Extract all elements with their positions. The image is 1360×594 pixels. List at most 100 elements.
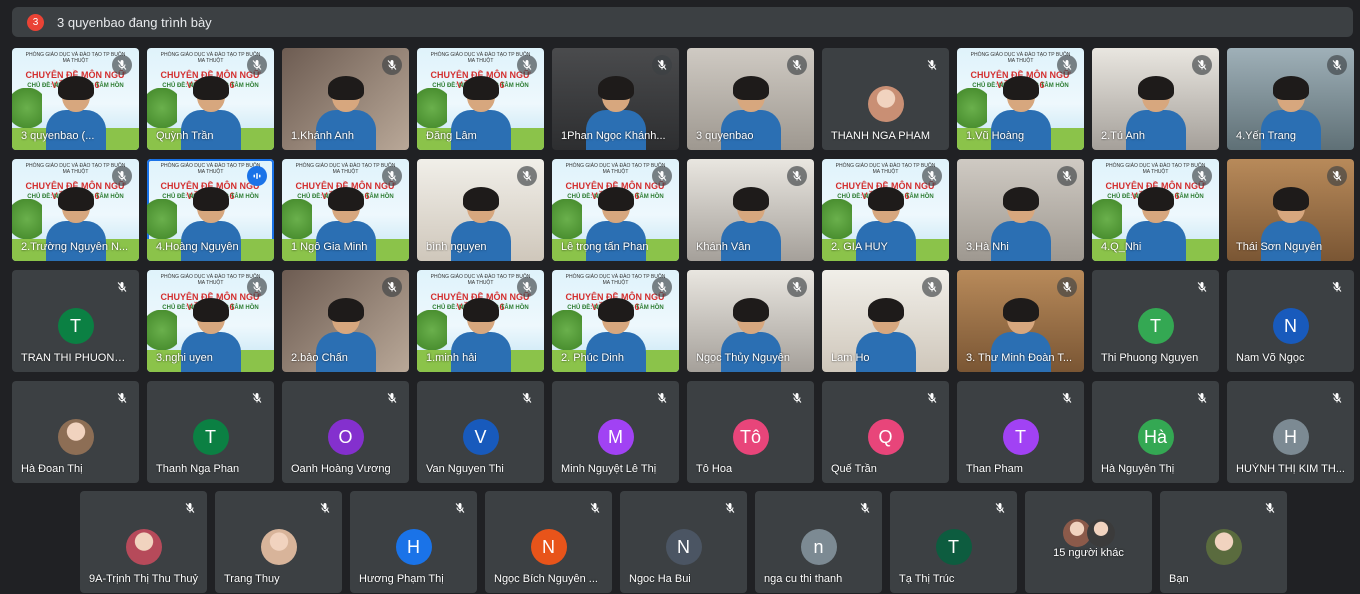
mic-off-icon (112, 388, 132, 408)
mic-off-icon (922, 277, 942, 297)
avatar-letter: N (665, 529, 702, 565)
participant-tile[interactable]: V Van Nguyen Thi (417, 381, 544, 483)
participant-tile[interactable]: 3 quyenbao (687, 48, 814, 150)
participant-name: 3.Hà Nhi (966, 241, 1009, 253)
participant-tile[interactable]: 3.Hà Nhi (957, 159, 1084, 261)
mic-off-icon (1057, 388, 1077, 408)
participant-name: Ngoc Ha Bui (629, 573, 691, 585)
participant-tile[interactable]: Khánh Vân (687, 159, 814, 261)
participant-name: Ngọc Bích Nguyễn ... (494, 573, 598, 585)
participant-tile[interactable]: PHÒNG GIÁO DỤC VÀ ĐÀO TẠO TP BUÔN MA THU… (282, 159, 409, 261)
avatar-letter: T (935, 529, 972, 565)
avatar-photo (867, 86, 904, 122)
participant-tile[interactable]: H Hương Phạm Thị (350, 491, 477, 593)
participant-tile[interactable]: T Than Pham (957, 381, 1084, 483)
participant-tile[interactable]: O Oanh Hoàng Vương (282, 381, 409, 483)
mic-off-icon (855, 498, 875, 518)
participant-tile[interactable]: Trang Thuy (215, 491, 342, 593)
participant-tile[interactable]: n nga cu thi thanh (755, 491, 882, 593)
participant-tile[interactable]: PHÒNG GIÁO DỤC VÀ ĐÀO TẠO TP BUÔN MA THU… (147, 48, 274, 150)
participant-tile[interactable]: Ngọc Thủy Nguyễn (687, 270, 814, 372)
participant-tile[interactable]: Hà Đoan Thị (12, 381, 139, 483)
mic-off-icon (247, 55, 267, 75)
participant-tile[interactable]: 4.Yến Trang (1227, 48, 1354, 150)
participant-name: HUỲNH THỊ KIM TH... (1236, 463, 1345, 475)
participant-tile[interactable]: 1Phan Ngọc Khánh... (552, 48, 679, 150)
participant-tile[interactable]: N Nam Võ Ngọc (1227, 270, 1354, 372)
participant-name: TRAN THI PHUONG ... (21, 352, 133, 364)
participant-tile[interactable]: T Thanh Nga Phan (147, 381, 274, 483)
participant-name: Than Pham (966, 463, 1023, 475)
avatar-photo (125, 529, 162, 565)
avatar-letter: T (1002, 419, 1039, 455)
participant-tile[interactable]: Bạn (1160, 491, 1287, 593)
participant-name: 3 quyenbao (... (21, 130, 95, 142)
avatar-letter: H (1272, 419, 1309, 455)
avatar-letter: N (530, 529, 567, 565)
participant-tile[interactable]: H HUỲNH THỊ KIM TH... (1227, 381, 1354, 483)
participant-name: 1 Ngô Gia Minh (291, 241, 368, 253)
participant-tile[interactable]: 3. Thư Minh Đoàn T... (957, 270, 1084, 372)
participant-tile[interactable]: 2.bảo Chấn (282, 270, 409, 372)
mic-off-icon (1057, 166, 1077, 186)
mic-off-icon (247, 388, 267, 408)
participant-tile[interactable]: Q Quế Trần (822, 381, 949, 483)
participant-name: Nam Võ Ngọc (1236, 352, 1305, 364)
participant-tile[interactable]: PHÒNG GIÁO DỤC VÀ ĐÀO TẠO TP BUÔN MA THU… (147, 270, 274, 372)
participant-tile[interactable]: PHÒNG GIÁO DỤC VÀ ĐÀO TẠO TP BUÔN MA THU… (417, 48, 544, 150)
presenting-count-badge: 3 (27, 13, 44, 31)
participant-tile[interactable]: bình nguyen (417, 159, 544, 261)
others-avatar (1086, 519, 1115, 547)
participant-name: 4.Hoàng Nguyễn (156, 241, 239, 253)
participant-tile[interactable]: Thái Sơn Nguyễn (1227, 159, 1354, 261)
mic-off-icon (1327, 166, 1347, 186)
mic-off-icon (787, 55, 807, 75)
participant-name: 2.bảo Chấn (291, 352, 348, 364)
participant-name: Quế Trần (831, 463, 877, 475)
avatar-letter: Tô (732, 419, 769, 455)
avatar-letter: O (327, 419, 364, 455)
participant-tile[interactable]: Lam Ho (822, 270, 949, 372)
participant-tile[interactable]: PHÒNG GIÁO DỤC VÀ ĐÀO TẠO TP BUÔN MA THU… (552, 159, 679, 261)
mic-off-icon (652, 166, 672, 186)
mic-off-icon (382, 277, 402, 297)
participant-tile[interactable]: N Ngọc Bích Nguyễn ... (485, 491, 612, 593)
participant-tile[interactable]: M Minh Nguyệt Lê Thị (552, 381, 679, 483)
participant-tile[interactable]: T TRAN THI PHUONG ... (12, 270, 139, 372)
participant-tile[interactable]: 1.Khánh Anh (282, 48, 409, 150)
presenting-banner[interactable]: 3 3 quyenbao đang trình bày (12, 7, 1353, 37)
mic-off-icon (1260, 498, 1280, 518)
participant-tile[interactable]: Hà Hà Nguyễn Thị (1092, 381, 1219, 483)
participant-tile[interactable]: PHÒNG GIÁO DỤC VÀ ĐÀO TẠO TP BUÔN MA THU… (822, 159, 949, 261)
participant-tile[interactable]: N Ngoc Ha Bui (620, 491, 747, 593)
participant-tile[interactable]: PHÒNG GIÁO DỤC VÀ ĐÀO TẠO TP BUÔN MA THU… (12, 48, 139, 150)
participant-tile[interactable]: T Thi Phuong Nguyen (1092, 270, 1219, 372)
mic-off-icon (922, 55, 942, 75)
participant-tile[interactable]: PHÒNG GIÁO DỤC VÀ ĐÀO TẠO TP BUÔN MA THU… (147, 159, 274, 261)
participant-name: 15 người khác (1053, 547, 1124, 559)
participant-name: Thái Sơn Nguyễn (1236, 241, 1323, 253)
participant-name: 4.Q_Nhi (1101, 241, 1142, 253)
participant-name: Oanh Hoàng Vương (291, 463, 391, 475)
participant-tile[interactable]: 15 người khác (1025, 491, 1152, 593)
participant-name: Bạn (1169, 573, 1189, 585)
participant-tile[interactable]: 9A-Trịnh Thị Thu Thuỷ (80, 491, 207, 593)
participant-name: Minh Nguyệt Lê Thị (561, 463, 657, 475)
participant-tile[interactable]: PHÒNG GIÁO DỤC VÀ ĐÀO TẠO TP BUÔN MA THU… (552, 270, 679, 372)
participant-name: Đăng Lâm (426, 130, 477, 142)
participant-tile[interactable]: T Tạ Thị Trúc (890, 491, 1017, 593)
participant-tile[interactable]: Tô Tô Hoa (687, 381, 814, 483)
mic-off-icon (1192, 277, 1212, 297)
mic-off-icon (112, 166, 132, 186)
participant-tile[interactable]: PHÒNG GIÁO DỤC VÀ ĐÀO TẠO TP BUÔN MA THU… (417, 270, 544, 372)
participant-tile[interactable]: PHÒNG GIÁO DỤC VÀ ĐÀO TẠO TP BUÔN MA THU… (1092, 159, 1219, 261)
avatar-letter: V (462, 419, 499, 455)
participant-name: Hương Phạm Thị (359, 573, 444, 585)
participant-name: 4.Yến Trang (1236, 130, 1296, 142)
participant-tile[interactable]: PHÒNG GIÁO DỤC VÀ ĐÀO TẠO TP BUÔN MA THU… (957, 48, 1084, 150)
participant-tile[interactable]: THANH NGA PHAM (822, 48, 949, 150)
participant-name: Thi Phuong Nguyen (1101, 352, 1199, 364)
mic-off-icon (1192, 55, 1212, 75)
participant-tile[interactable]: PHÒNG GIÁO DỤC VÀ ĐÀO TẠO TP BUÔN MA THU… (12, 159, 139, 261)
participant-tile[interactable]: 2.Tú Anh (1092, 48, 1219, 150)
